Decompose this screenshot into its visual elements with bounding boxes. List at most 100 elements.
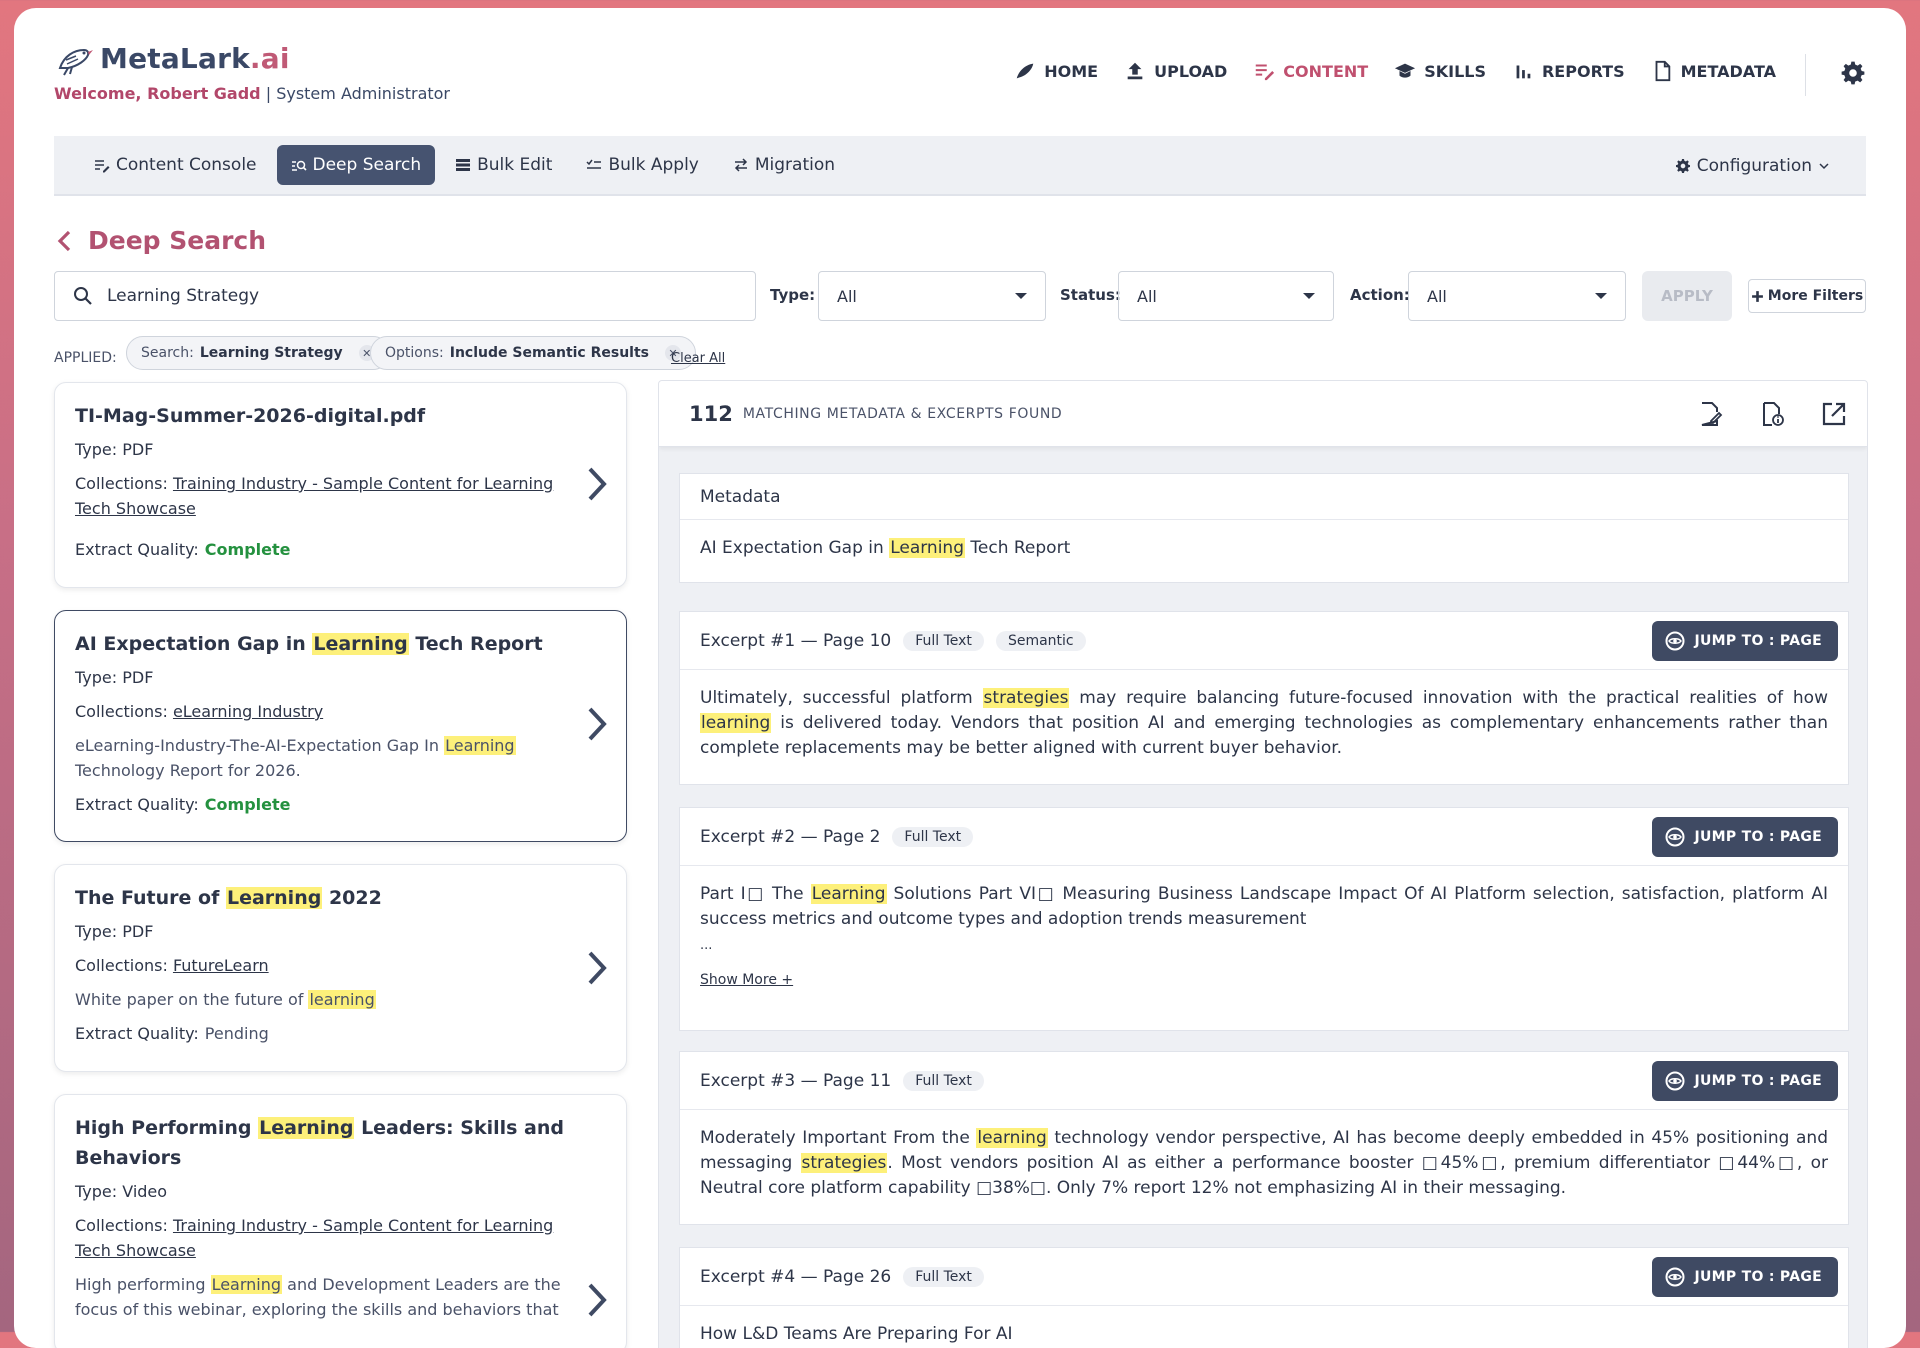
jump-to-page-button[interactable]: JUMP TO : PAGE [1652,1061,1838,1101]
excerpt-tag: Full Text [903,1266,984,1287]
match-count-text: MATCHING METADATA & EXCERPTS FOUND [742,405,1063,422]
page-title[interactable]: Deep Search [56,226,266,255]
chevron-right-icon[interactable] [586,949,608,987]
clear-all-link[interactable]: Clear All [671,351,725,366]
apply-button[interactable]: APPLY [1642,271,1732,321]
jump-label: JUMP TO : PAGE [1694,1073,1822,1089]
subnav-deep-search[interactable]: Deep Search [276,145,436,185]
result-type: Type: PDF [75,440,154,459]
more-filters-button[interactable]: More Filters [1748,279,1866,313]
nav-upload-label: UPLOAD [1154,61,1228,81]
jump-to-page-button[interactable]: JUMP TO : PAGE [1652,621,1838,661]
user-role: | System Administrator [260,84,451,103]
jump-label: JUMP TO : PAGE [1694,829,1822,845]
caret-down-icon [1303,293,1315,299]
nav-upload[interactable]: UPLOAD [1124,60,1227,82]
content-list-icon [1256,64,1275,81]
show-more-link[interactable]: Show More + [700,968,793,993]
configuration-dropdown[interactable]: Configuration [1675,146,1830,186]
page-title-text: Deep Search [88,226,267,255]
subnav-migration[interactable]: Migration [719,145,849,185]
document-icon [1655,60,1670,82]
result-type: Type: PDF [75,922,154,941]
graduation-cap-icon [1395,63,1416,78]
applied-chip-search: Search: Learning Strategy ✕ [126,336,390,370]
applied-label: APPLIED: [54,350,117,366]
app-window: MetaLark.ai Welcome, Robert Gadd | Syste… [14,8,1906,1348]
chip-value: Learning Strategy [199,345,343,361]
result-card[interactable]: TI-Mag-Summer-2026-digital.pdf Type: PDF… [54,382,627,588]
excerpt-header: Excerpt #2 — Page 2 Full Text JUMP TO : … [680,808,1848,866]
swap-arrows-icon [734,158,747,172]
caret-down-icon [1015,293,1027,299]
chevron-right-icon[interactable] [586,705,608,743]
collection-link[interactable]: FutureLearn [173,956,269,975]
edit-document-icon[interactable] [1697,401,1723,427]
nav-home-label: HOME [1044,61,1099,81]
result-card[interactable]: High Performing Learning Leaders: Skills… [54,1094,627,1348]
excerpt-tag: Full Text [892,826,974,847]
excerpt-title: Excerpt #2 — Page 2 [700,826,881,847]
deep-search-icon [291,160,307,171]
result-collections: Collections: Training Industry - Sample … [75,1216,554,1260]
panel-actions [1697,401,1847,427]
chip-value: Include Semantic Results [449,345,650,361]
type-select[interactable]: All [818,271,1046,321]
chevron-right-icon[interactable] [586,465,608,503]
caret-down-icon [1595,293,1607,299]
excerpt-title: Excerpt #3 — Page 11 [700,1070,892,1091]
excerpt-text: How L&D Teams Are Preparing For AI [700,1324,1013,1344]
subnav-content-console[interactable]: Content Console [80,145,271,185]
excerpt-block: Excerpt #4 — Page 26 Full Text JUMP TO :… [679,1247,1849,1348]
welcome-user: Welcome, Robert Gadd [54,84,261,103]
excerpt-text: Moderately Important From the learning t… [700,1128,1828,1198]
result-collections: Collections: Training Industry - Sample … [75,474,554,518]
jump-to-page-button[interactable]: JUMP TO : PAGE [1652,1257,1838,1297]
nav-reports[interactable]: REPORTS [1512,60,1625,82]
quality-status: Complete [204,540,291,559]
checklist-icon [586,159,602,169]
result-quality: Extract Quality: Complete [75,540,291,559]
result-quality: Extract Quality: Complete [75,795,291,814]
nav-skills[interactable]: SKILLS [1394,60,1486,82]
nav-reports-label: REPORTS [1541,61,1625,81]
applied-chip-options: Options: Include Semantic Results ✕ [370,336,697,370]
result-card-selected[interactable]: AI Expectation Gap in Learning Tech Repo… [54,610,627,842]
status-select[interactable]: All [1118,271,1334,321]
chevron-right-icon[interactable] [586,1281,608,1319]
status-filter-label: Status: [1060,286,1121,304]
jump-to-page-button[interactable]: JUMP TO : PAGE [1652,817,1838,857]
result-title: AI Expectation Gap in Learning Tech Repo… [75,633,543,655]
open-external-icon[interactable] [1821,401,1847,427]
metadata-value: AI Expectation Gap in Learning Tech Repo… [700,538,1071,558]
excerpts-panel: 112 MATCHING METADATA & EXCERPTS FOUND M… [658,380,1868,1348]
logo[interactable]: MetaLark.ai [54,38,290,78]
metadata-header: Metadata [680,474,1848,520]
nav-content[interactable]: CONTENT [1253,60,1368,82]
panel-header: 112 MATCHING METADATA & EXCERPTS FOUND [659,381,1867,447]
subnav-bulk-apply[interactable]: Bulk Apply [572,145,712,185]
result-collections: Collections: eLearning Industry [75,702,324,721]
result-title: High Performing Learning Leaders: Skills… [75,1117,564,1169]
search-input[interactable]: Learning Strategy [54,271,756,321]
more-filters-label: More Filters [1767,288,1864,304]
nav-skills-label: SKILLS [1424,61,1486,81]
excerpt-tag: Full Text [903,630,984,651]
status-select-value: All [1137,286,1157,306]
chip-key: Search: [141,345,194,361]
subnav-bulk-edit[interactable]: Bulk Edit [441,145,566,185]
gear-icon[interactable] [1840,60,1866,86]
document-info-icon[interactable] [1759,401,1785,427]
subnav-bulk-apply-label: Bulk Apply [608,155,699,175]
result-card[interactable]: The Future of Learning 2022 Type: PDF Co… [54,864,627,1072]
excerpt-text: Ultimately, successful platform strategi… [700,688,1828,758]
bar-chart-icon [1516,65,1531,79]
back-chevron-icon [57,230,71,251]
quality-status: Pending [204,1024,269,1043]
nav-metadata[interactable]: METADATA [1651,60,1776,82]
action-select[interactable]: All [1408,271,1626,321]
nav-home[interactable]: HOME [1014,60,1098,82]
excerpt-text: Part I□ The Learning Solutions Part VI□ … [680,866,1848,1009]
excerpt-title: Excerpt #4 — Page 26 [700,1266,892,1287]
collection-link[interactable]: eLearning Industry [173,702,323,721]
